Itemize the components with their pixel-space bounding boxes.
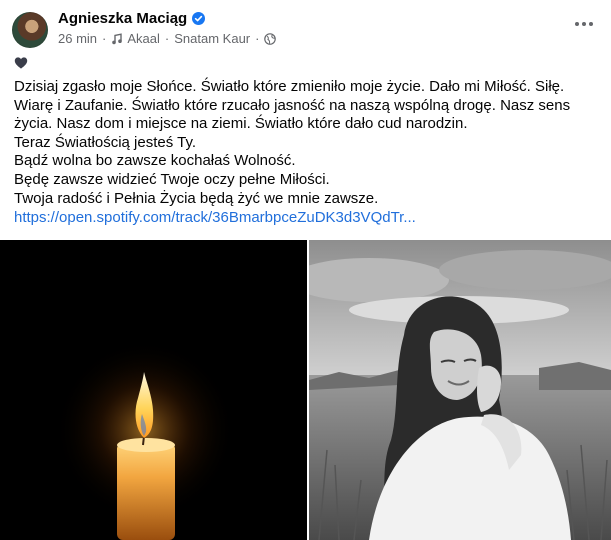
meta-separator: · bbox=[164, 31, 170, 46]
post-meta: 26 min · Akaal · Snatam Kaur · bbox=[58, 31, 277, 46]
song-title[interactable]: Akaal bbox=[127, 31, 160, 46]
post-author: Agnieszka Maciąg bbox=[58, 10, 206, 27]
meta-separator: · bbox=[255, 31, 260, 46]
post-time[interactable]: 26 min bbox=[58, 31, 97, 46]
author-name[interactable]: Agnieszka Maciąg bbox=[58, 10, 187, 27]
post-paragraph: Teraz Światłością jesteś Ty. bbox=[14, 133, 197, 151]
verified-badge-icon bbox=[192, 12, 206, 25]
black-heart-icon bbox=[14, 56, 28, 70]
post-paragraph: Twoja radość i Pełnia Życia będą żyć we … bbox=[14, 189, 379, 207]
post-paragraph: Dzisiaj zgasło moje Słońce. Światło któr… bbox=[14, 78, 571, 133]
post-text: Dzisiaj zgasło moje Słońce. Światło któr… bbox=[14, 78, 604, 208]
more-options-icon[interactable] bbox=[571, 14, 597, 34]
post-paragraph: Będę zawsze widzieć Twoje oczy pełne Mił… bbox=[14, 170, 330, 188]
post-paragraph: Bądź wolna bo zawsze kochałaś Wolność. bbox=[14, 152, 296, 170]
song-artist[interactable]: Snatam Kaur bbox=[174, 31, 250, 46]
music-note-icon bbox=[111, 32, 123, 45]
meta-separator: · bbox=[102, 31, 107, 46]
facebook-post: Agnieszka Maciąg 26 min · Akaal · Snatam… bbox=[0, 0, 611, 540]
portrait-photo[interactable] bbox=[309, 240, 611, 540]
candle-photo[interactable] bbox=[0, 240, 307, 540]
globe-icon[interactable] bbox=[264, 32, 277, 45]
spotify-link[interactable]: https://open.spotify.com/track/36Bmarbpc… bbox=[14, 209, 416, 226]
avatar[interactable] bbox=[12, 12, 48, 48]
